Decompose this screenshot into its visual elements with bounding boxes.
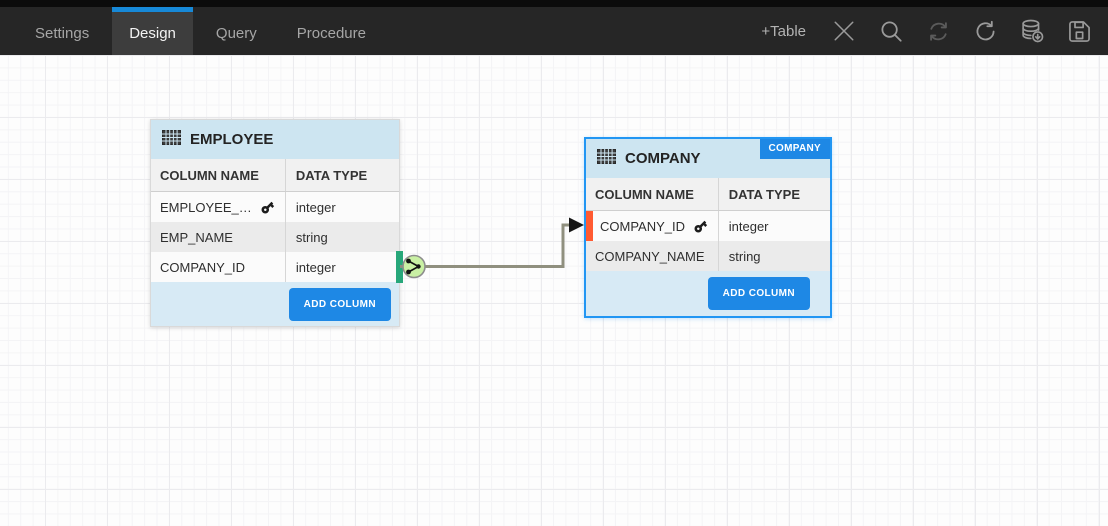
column-type: integer [285,192,399,222]
db-design-app: Settings Design Query Procedure +Table [0,0,1108,526]
table-grid-icon [162,130,181,149]
table-row[interactable]: EMPLOYEE_… integer [151,192,399,222]
search-icon[interactable] [876,16,906,46]
table-row[interactable]: COMPANY_NAME string [586,241,830,271]
column-name: COMPANY_ID [600,219,685,234]
column-type: string [285,222,399,252]
column-name-header: COLUMN NAME [151,159,285,191]
tab-query[interactable]: Query [199,7,274,55]
top-navbar: Settings Design Query Procedure +Table [0,0,1108,55]
selected-table-badge: COMPANY [760,139,830,159]
company-column-headers: COLUMN NAME DATA TYPE [586,178,830,211]
relationship-connector-icon [403,256,425,278]
design-canvas[interactable]: EMPLOYEE COLUMN NAME DATA TYPE EMPLOYEE_… [0,55,1108,526]
refresh-icon[interactable] [970,16,1000,46]
close-icon[interactable] [829,16,859,46]
column-name-header: COLUMN NAME [586,178,718,210]
nav-tabs: Settings Design Query Procedure [18,7,383,55]
column-type: integer [718,211,830,241]
add-table-button[interactable]: +Table [761,23,806,40]
relationship-source-handle[interactable] [396,251,403,283]
company-table-header[interactable]: COMPANY COMPANY [586,139,830,178]
employee-column-headers: COLUMN NAME DATA TYPE [151,159,399,192]
primary-key-icon [690,215,711,236]
tab-settings[interactable]: Settings [18,7,106,55]
tab-design-label: Design [129,25,176,42]
relationship-target-handle[interactable] [586,211,593,241]
table-row[interactable]: COMPANY_ID integer [151,252,399,282]
navbar-top-strip [0,0,1108,7]
sync-icon[interactable] [923,16,953,46]
tab-procedure[interactable]: Procedure [280,7,383,55]
employee-table-header[interactable]: EMPLOYEE [151,120,399,159]
column-name: EMP_NAME [151,222,285,252]
employee-table-title: EMPLOYEE [190,131,273,148]
tab-procedure-label: Procedure [297,25,366,42]
column-name: COMPANY_ID [151,252,285,282]
relationship-arrowhead [569,218,584,233]
column-name: COMPANY_NAME [586,241,718,271]
primary-key-icon [257,196,278,217]
table-row[interactable]: EMP_NAME string [151,222,399,252]
entity-table-company[interactable]: COMPANY COMPANY COLUMN NAME DATA TYPE CO… [584,137,832,318]
tab-design[interactable]: Design [112,7,193,55]
table-row[interactable]: COMPANY_ID integer [586,211,830,241]
column-type: string [718,241,830,271]
column-type: integer [285,252,399,282]
tab-query-label: Query [216,25,257,42]
save-icon[interactable] [1064,16,1094,46]
add-column-button[interactable]: ADD COLUMN [708,277,810,310]
company-table-title: COMPANY [625,150,701,167]
tab-settings-label: Settings [35,25,89,42]
database-export-icon[interactable] [1017,16,1047,46]
data-type-header: DATA TYPE [718,178,830,210]
table-grid-icon [597,149,616,168]
add-column-button[interactable]: ADD COLUMN [289,288,391,321]
data-type-header: DATA TYPE [285,159,399,191]
employee-table-footer: ADD COLUMN [151,282,399,326]
entity-table-employee[interactable]: EMPLOYEE COLUMN NAME DATA TYPE EMPLOYEE_… [150,119,400,327]
column-name: EMPLOYEE_… [160,200,252,215]
nav-actions: +Table [761,7,1094,55]
company-table-footer: ADD COLUMN [586,271,830,316]
